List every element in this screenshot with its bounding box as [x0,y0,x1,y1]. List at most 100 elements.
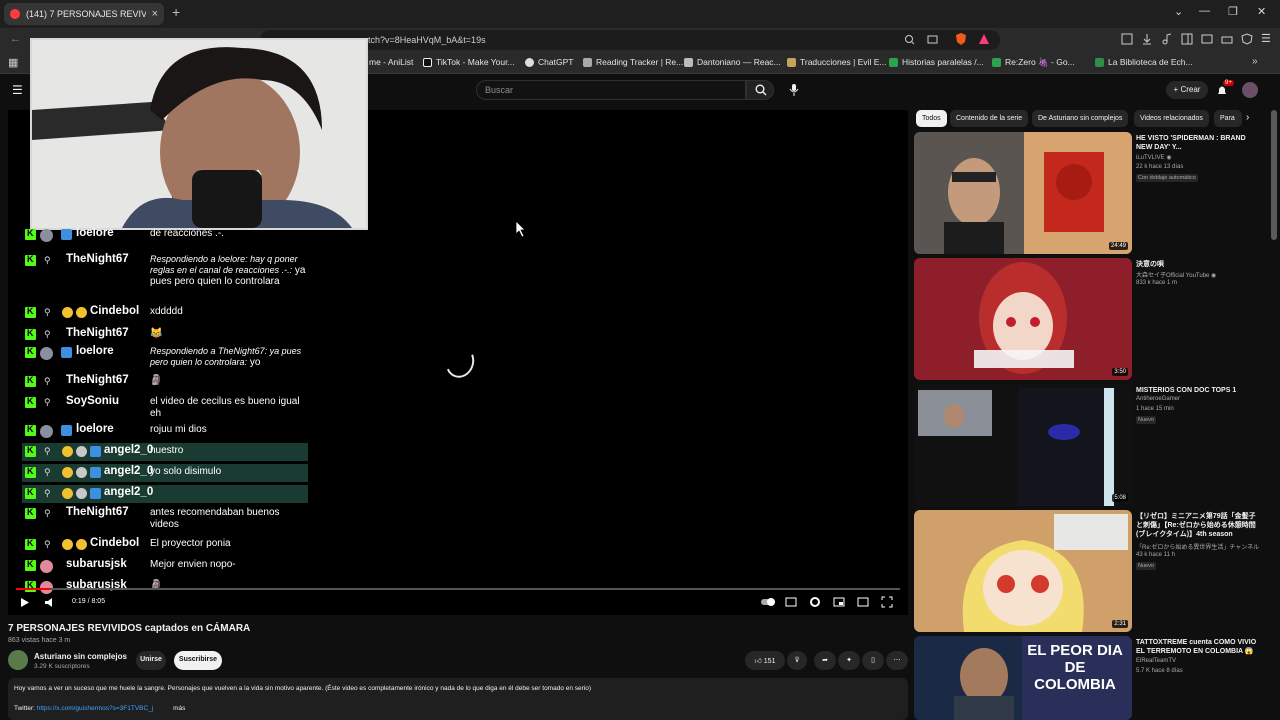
miniplayer-icon[interactable] [833,597,845,607]
new-tab-button[interactable]: + [172,4,180,20]
shield-settings-icon[interactable] [1241,33,1253,45]
apps-grid-icon[interactable]: ▦ [8,56,18,69]
chip-channel[interactable]: De Asturiano sin complejos [1032,110,1129,127]
bookmark-rezero[interactable]: Re:Zero 🍇 - Go... [992,57,1075,68]
scrollbar[interactable] [1271,110,1277,240]
progress-bar[interactable] [16,588,900,590]
channel-avatar[interactable] [8,650,28,670]
dislike-button[interactable]: ⊽ [787,651,807,670]
download-icon[interactable] [1141,33,1153,45]
zoom-icon[interactable] [904,34,915,45]
create-button[interactable]: + Crear [1166,81,1208,99]
chip-related[interactable]: Videos relacionados [1134,110,1209,127]
chat-username[interactable]: angel2_0 [104,486,153,498]
volume-icon[interactable] [44,597,56,608]
bookmark-dantoniano[interactable]: Dantoniano — Reac... [684,57,781,67]
account-avatar[interactable] [1242,82,1258,98]
more-actions-button[interactable]: ⋯ [886,651,908,670]
cast-icon[interactable] [927,34,938,45]
search-button[interactable] [746,80,774,100]
fullscreen-icon[interactable] [881,596,893,608]
save-button[interactable]: ▯ [862,651,884,670]
user-icon: ⚲ [44,467,51,477]
bookmark-historias[interactable]: Historias paralelas /... [889,57,984,67]
channel-name[interactable]: Asturiano sin complejos [34,652,127,661]
cast-icon[interactable] [857,597,869,607]
chat-text: de reacciones .-. [150,228,224,239]
chat-text: el video de cecilus es bueno igual eh [150,396,300,419]
bookmark-biblioteca[interactable]: La Biblioteca de Ech... [1095,57,1193,67]
share-button[interactable]: ➦ [814,651,836,670]
chat-username[interactable]: subarusjsk [66,558,127,570]
bookmark-tiktok[interactable]: TikTok - Make Your... [423,57,515,67]
recommended-video[interactable]: 24:49 HE VISTO 'SPIDERMAN : BRAND NEW DA… [914,132,1260,254]
twitter-link[interactable]: https://x.com/guishermos?s=3F1TVBC_j [37,705,154,712]
media-icon[interactable] [1161,33,1173,45]
browser-tab-active[interactable]: (141) 7 PERSONAJES REVIVIDOS × [4,3,164,25]
hamburger-menu-icon[interactable]: ☰ [12,83,23,97]
chip-todos[interactable]: Todos [916,110,947,127]
recommended-video[interactable]: 5:08 MISTERIOS CON DOC TOPS 1 AntiheroeG… [914,384,1260,506]
maximize-button[interactable]: ❐ [1228,5,1238,18]
founder-badge-icon [76,539,87,550]
search-input[interactable]: Buscar [476,80,746,100]
bookmark-reading-tracker[interactable]: Reading Tracker | Re... [583,57,683,67]
chat-text: 😹 [150,328,163,339]
chat-text: El proyector ponia [150,538,231,549]
google-drive-icon [992,58,1001,67]
chat-username[interactable]: TheNight67 [66,253,129,265]
settings-gear-icon[interactable] [809,596,821,608]
chat-username[interactable]: SoySoniu [66,395,119,407]
tab-search-icon[interactable]: ⌄ [1174,5,1183,18]
bookmark-chatgpt[interactable]: ChatGPT [525,57,573,67]
chat-username[interactable]: loelore [76,228,114,239]
wallet-icon[interactable] [1201,33,1213,45]
tab-close-icon[interactable]: × [152,8,158,20]
back-arrow-icon[interactable]: ← [10,33,21,45]
kick-platform-icon [25,306,36,318]
autoplay-toggle-icon[interactable] [760,597,776,607]
video-duration: 2:31 [1112,620,1128,628]
menu-icon[interactable]: ☰ [1261,32,1271,45]
user-icon: ⚲ [44,329,51,339]
more-link[interactable]: más [173,705,185,712]
subtitles-icon[interactable] [785,597,797,607]
bookmark-label: Historias paralelas /... [902,57,984,67]
extensions-icon[interactable] [1121,33,1133,45]
chat-username[interactable]: loelore [76,345,114,357]
chat-username[interactable]: angel2_0 [104,444,153,456]
play-icon[interactable] [20,597,30,608]
microphone-icon[interactable] [788,83,800,97]
browser-tab-bar: (141) 7 PERSONAJES REVIVIDOS × + ⌄ — ❐ ✕ [0,0,1280,28]
more-bookmarks-icon[interactable]: » [1252,56,1258,67]
vpn-icon[interactable] [1221,33,1233,45]
recommended-video[interactable]: 2:31 【リゼロ】ミニアニメ第79話「金髪子と刺傷」【Re:ゼロから始める休憩… [914,510,1260,632]
join-button[interactable]: Unirse [136,651,166,670]
chat-username[interactable]: loelore [76,423,114,435]
bookmark-anilist[interactable]: me - AniList [369,57,413,67]
chat-username[interactable]: angel2_0 [104,465,153,477]
sidebar-icon[interactable] [1181,33,1193,45]
chat-username[interactable]: TheNight67 [66,506,129,518]
recommended-video[interactable]: 3:50 決意の唄 大森セイ子Official YouTube ◉ 833 k … [914,258,1260,380]
chat-username[interactable]: Cindebol [90,305,139,317]
subscribe-button[interactable]: Suscribirse [174,651,222,670]
brave-shield-icon[interactable] [955,32,967,46]
bookmark-traducciones[interactable]: Traducciones | Evil E... [787,57,886,67]
close-window-button[interactable]: ✕ [1257,5,1266,18]
url-input[interactable]: tch?v=8HeaHVqM_bA&t=19s [260,30,1000,50]
minimize-button[interactable]: — [1199,5,1210,17]
chip-series[interactable]: Contenido de la serie [950,110,1029,127]
description-box[interactable]: Hoy vamos a ver un suceso que me huele l… [8,678,908,720]
ask-button[interactable]: ✦ [838,651,860,670]
chat-username[interactable]: TheNight67 [66,327,129,339]
chat-username[interactable]: Cindebol [90,537,139,549]
brave-rewards-icon[interactable] [978,33,990,45]
recommended-video[interactable]: EL PEOR DIA DE COLOMBIA TATTOXTREME cuen… [914,636,1260,720]
user-icon: ⚲ [44,376,51,386]
chips-next-icon[interactable]: › [1246,112,1249,123]
like-button[interactable]: 👍︎ 151 [745,651,785,670]
chat-message: ⚲ TheNight67 antes recomendaban buenos vid… [22,505,308,531]
chat-username[interactable]: TheNight67 [66,374,129,386]
chip-para[interactable]: Para [1214,110,1242,127]
